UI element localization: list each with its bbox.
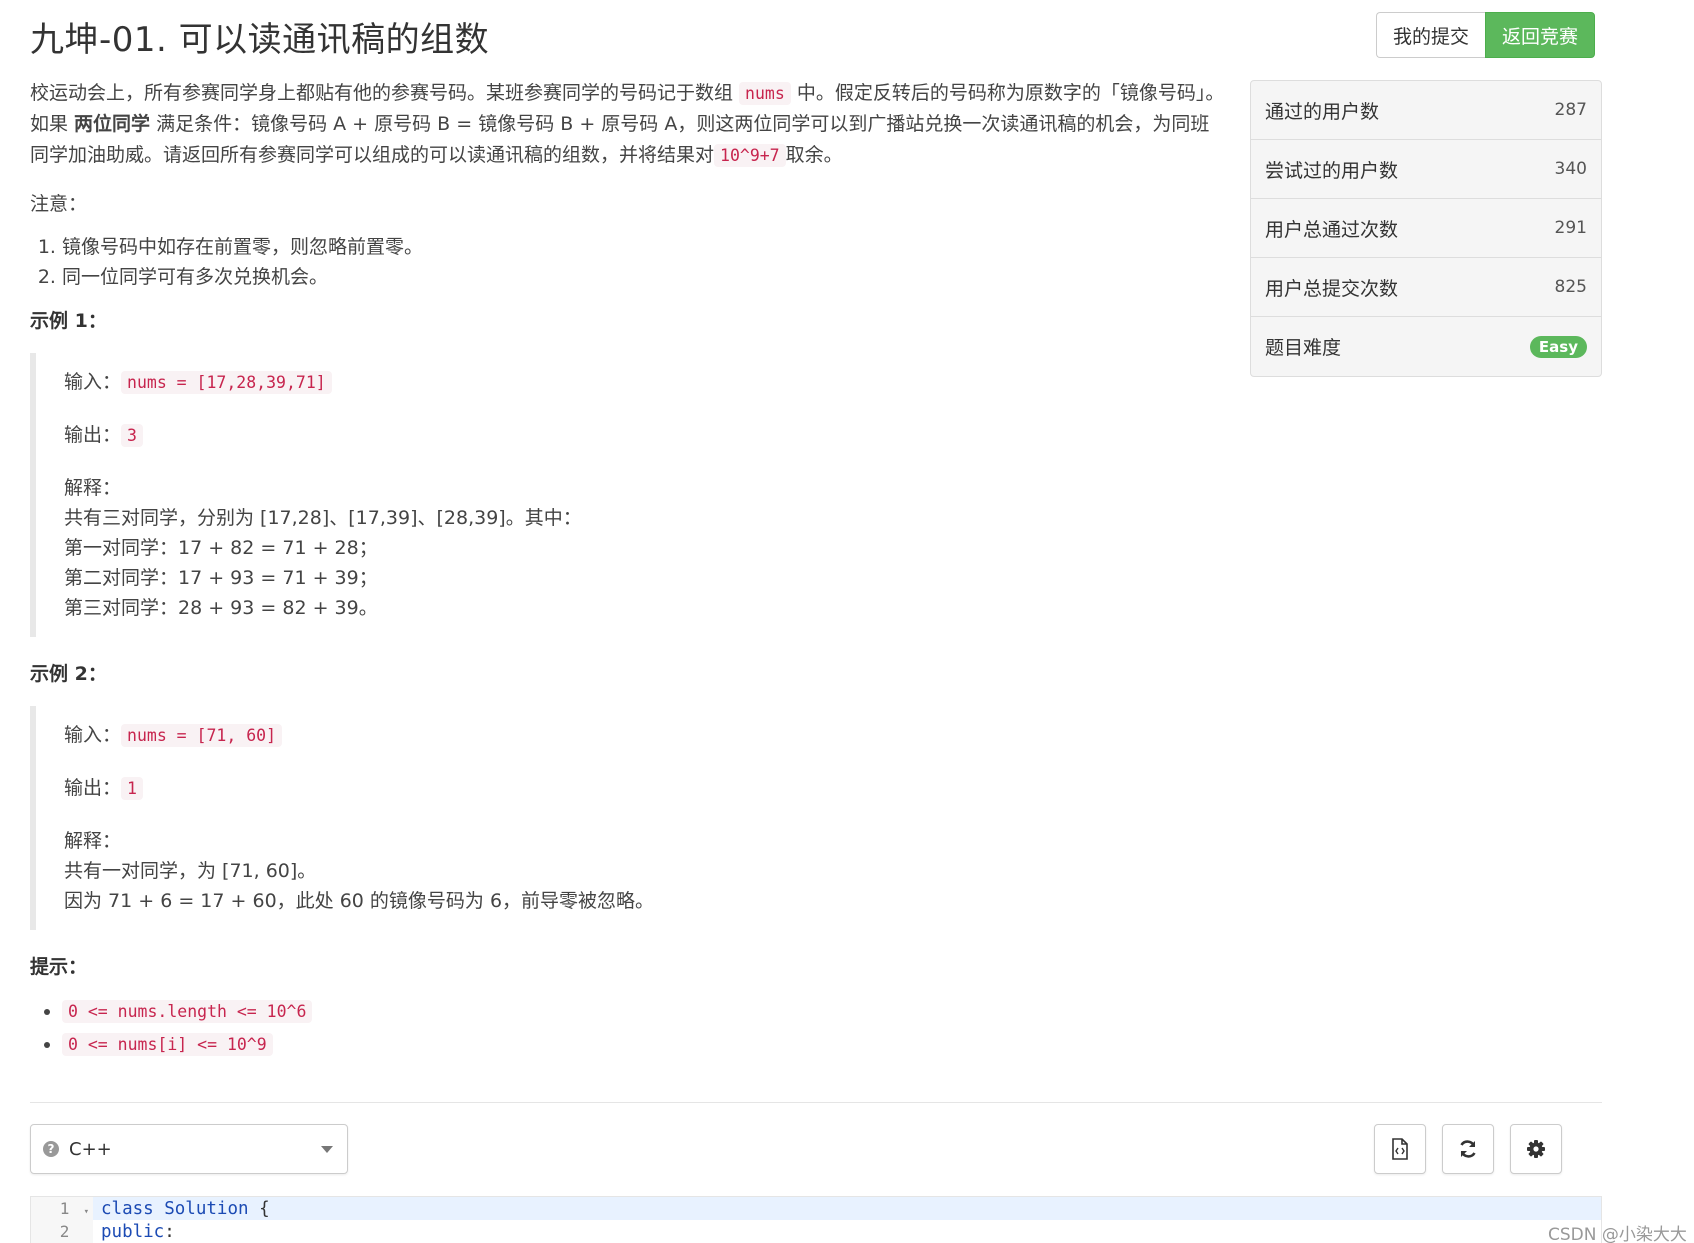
stat-label: 用户总通过次数: [1265, 218, 1399, 241]
my-submissions-button[interactable]: 我的提交: [1376, 12, 1486, 58]
stat-total-accepted: 用户总通过次数 291: [1251, 199, 1601, 258]
output-label: 输出：: [64, 424, 122, 446]
explain-line: 第一对同学：17 + 82 = 71 + 28；: [64, 537, 378, 559]
statement-text: 取余。: [785, 144, 843, 166]
code-rest: :: [164, 1221, 175, 1242]
stat-accepted-users: 通过的用户数 287: [1251, 81, 1601, 140]
code-keyword: public: [101, 1221, 165, 1242]
example1-input: 输入： nums = [17,28,39,71]: [64, 367, 1226, 398]
reset-code-button[interactable]: [1442, 1124, 1494, 1174]
watermark: CSDN @小染大大: [1548, 1225, 1687, 1243]
back-to-contest-button[interactable]: 返回竞赛: [1485, 12, 1596, 58]
input-label: 输入：: [64, 371, 122, 393]
refresh-icon: [1460, 1140, 1476, 1158]
code-keyword: class: [101, 1198, 154, 1219]
example1-output: 输出： 3: [64, 420, 1226, 451]
code-rest: {: [248, 1198, 270, 1219]
language-select[interactable]: ? C++: [30, 1124, 348, 1174]
statement-text: 校运动会上，所有参赛同学身上都贴有他的参赛号码。某班参赛同学的号码记于数组: [30, 82, 740, 104]
stat-value: 340: [1554, 159, 1587, 179]
code-line[interactable]: 1 ▾ class Solution {: [31, 1197, 1601, 1220]
example1-heading: 示例 1：: [30, 310, 107, 332]
language-value: C++: [69, 1138, 112, 1160]
explain-line: 因为 71 + 6 = 17 + 60，此处 60 的镜像号码为 6，前导零被忽…: [64, 890, 655, 912]
stat-label: 题目难度: [1265, 337, 1342, 359]
output-code: 1: [121, 777, 143, 800]
example1-explanation: 解释： 共有三对同学，分别为 [17,28]、[17,39]、[28,39]。其…: [64, 473, 1226, 623]
hints-list: 0 <= nums.length <= 10^6 0 <= nums[i] <=…: [62, 995, 1226, 1061]
notes-list: 镜像号码中如存在前置零，则忽略前置零。 同一位同学可有多次兑换机会。: [62, 232, 1226, 292]
gear-icon: [1527, 1140, 1545, 1158]
input-code: nums = [17,28,39,71]: [121, 371, 332, 394]
stat-value: 825: [1554, 277, 1587, 297]
note-label: 注意：: [30, 193, 88, 215]
line-number-text: 2: [59, 1222, 70, 1241]
example1-block: 输入： nums = [17,28,39,71] 输出： 3 解释： 共有三对同学，…: [30, 353, 1226, 637]
editor-settings-button[interactable]: [1510, 1124, 1562, 1174]
hints-heading: 提示：: [30, 956, 88, 978]
code-editor[interactable]: 1 ▾ class Solution { 2 public:: [30, 1196, 1602, 1243]
hint-code: 0 <= nums[i] <= 10^9: [62, 1033, 273, 1056]
hint-item: 0 <= nums.length <= 10^6: [62, 995, 1226, 1028]
example2-heading: 示例 2：: [30, 663, 107, 685]
stat-label: 通过的用户数: [1265, 100, 1380, 123]
output-code: 3: [121, 424, 143, 447]
explain-label: 解释：: [64, 830, 122, 852]
stat-tried-users: 尝试过的用户数 340: [1251, 140, 1601, 199]
stat-difficulty: 题目难度 Easy: [1251, 317, 1601, 376]
line-number: 1 ▾: [31, 1197, 93, 1220]
code-class-name: Solution: [164, 1198, 249, 1219]
code-text: class Solution {: [93, 1199, 270, 1219]
explain-line: 共有一对同学，为 [71, 60]。: [64, 860, 317, 882]
stat-total-submissions: 用户总提交次数 825: [1251, 258, 1601, 317]
stats-panel: 通过的用户数 287 尝试过的用户数 340 用户总通过次数 291 用户总提交…: [1250, 80, 1602, 377]
example2-block: 输入： nums = [71, 60] 输出： 1 解释： 共有一对同学，为 [71…: [30, 706, 1226, 930]
section-divider: [30, 1102, 1602, 1103]
example2-output: 输出： 1: [64, 773, 1226, 804]
explain-line: 第三对同学：28 + 93 = 82 + 39。: [64, 597, 378, 619]
question-circle-icon: ?: [43, 1141, 59, 1157]
line-number-text: 1: [59, 1199, 70, 1218]
example2-input: 输入： nums = [71, 60]: [64, 720, 1226, 751]
inline-code: 10^9+7: [714, 144, 786, 167]
stat-label: 用户总提交次数: [1265, 277, 1399, 300]
header-buttons: 我的提交 返回竞赛: [1376, 12, 1596, 58]
line-number: 2: [31, 1220, 93, 1243]
page-title: 九坤-01. 可以读通讯稿的组数: [30, 20, 490, 60]
input-code: nums = [71, 60]: [121, 724, 283, 747]
hint-code: 0 <= nums.length <= 10^6: [62, 1000, 313, 1023]
stat-value: 291: [1554, 218, 1587, 238]
hint-item: 0 <= nums[i] <= 10^9: [62, 1028, 1226, 1061]
explain-label: 解释：: [64, 477, 122, 499]
stat-value: 287: [1554, 100, 1587, 120]
chevron-down-icon: [321, 1146, 333, 1153]
code-template-button[interactable]: [1374, 1124, 1426, 1174]
problem-description: 校运动会上，所有参赛同学身上都贴有他的参赛号码。某班参赛同学的号码记于数组 nu…: [30, 78, 1226, 1061]
statement-bold: 两位同学: [74, 113, 151, 135]
explain-line: 共有三对同学，分别为 [17,28]、[17,39]、[28,39]。其中：: [64, 507, 582, 529]
code-line[interactable]: 2 public:: [31, 1220, 1601, 1243]
file-code-icon: [1392, 1138, 1408, 1160]
explain-line: 第二对同学：17 + 93 = 71 + 39；: [64, 567, 378, 589]
code-text: public:: [93, 1222, 175, 1242]
inline-code: nums: [739, 82, 791, 105]
example2-explanation: 解释： 共有一对同学，为 [71, 60]。 因为 71 + 6 = 17 + …: [64, 826, 1226, 916]
difficulty-badge: Easy: [1529, 335, 1587, 358]
input-label: 输入：: [64, 724, 122, 746]
problem-statement: 校运动会上，所有参赛同学身上都贴有他的参赛号码。某班参赛同学的号码记于数组 nu…: [30, 78, 1226, 171]
output-label: 输出：: [64, 777, 122, 799]
stat-label: 尝试过的用户数: [1265, 159, 1399, 182]
statement-text: 满足条件：镜像号码 A + 原号码 B = 镜像号码 B + 原号码 A，则这两…: [30, 113, 1210, 166]
note-item: 镜像号码中如存在前置零，则忽略前置零。: [62, 232, 1226, 262]
note-item: 同一位同学可有多次兑换机会。: [62, 262, 1226, 292]
